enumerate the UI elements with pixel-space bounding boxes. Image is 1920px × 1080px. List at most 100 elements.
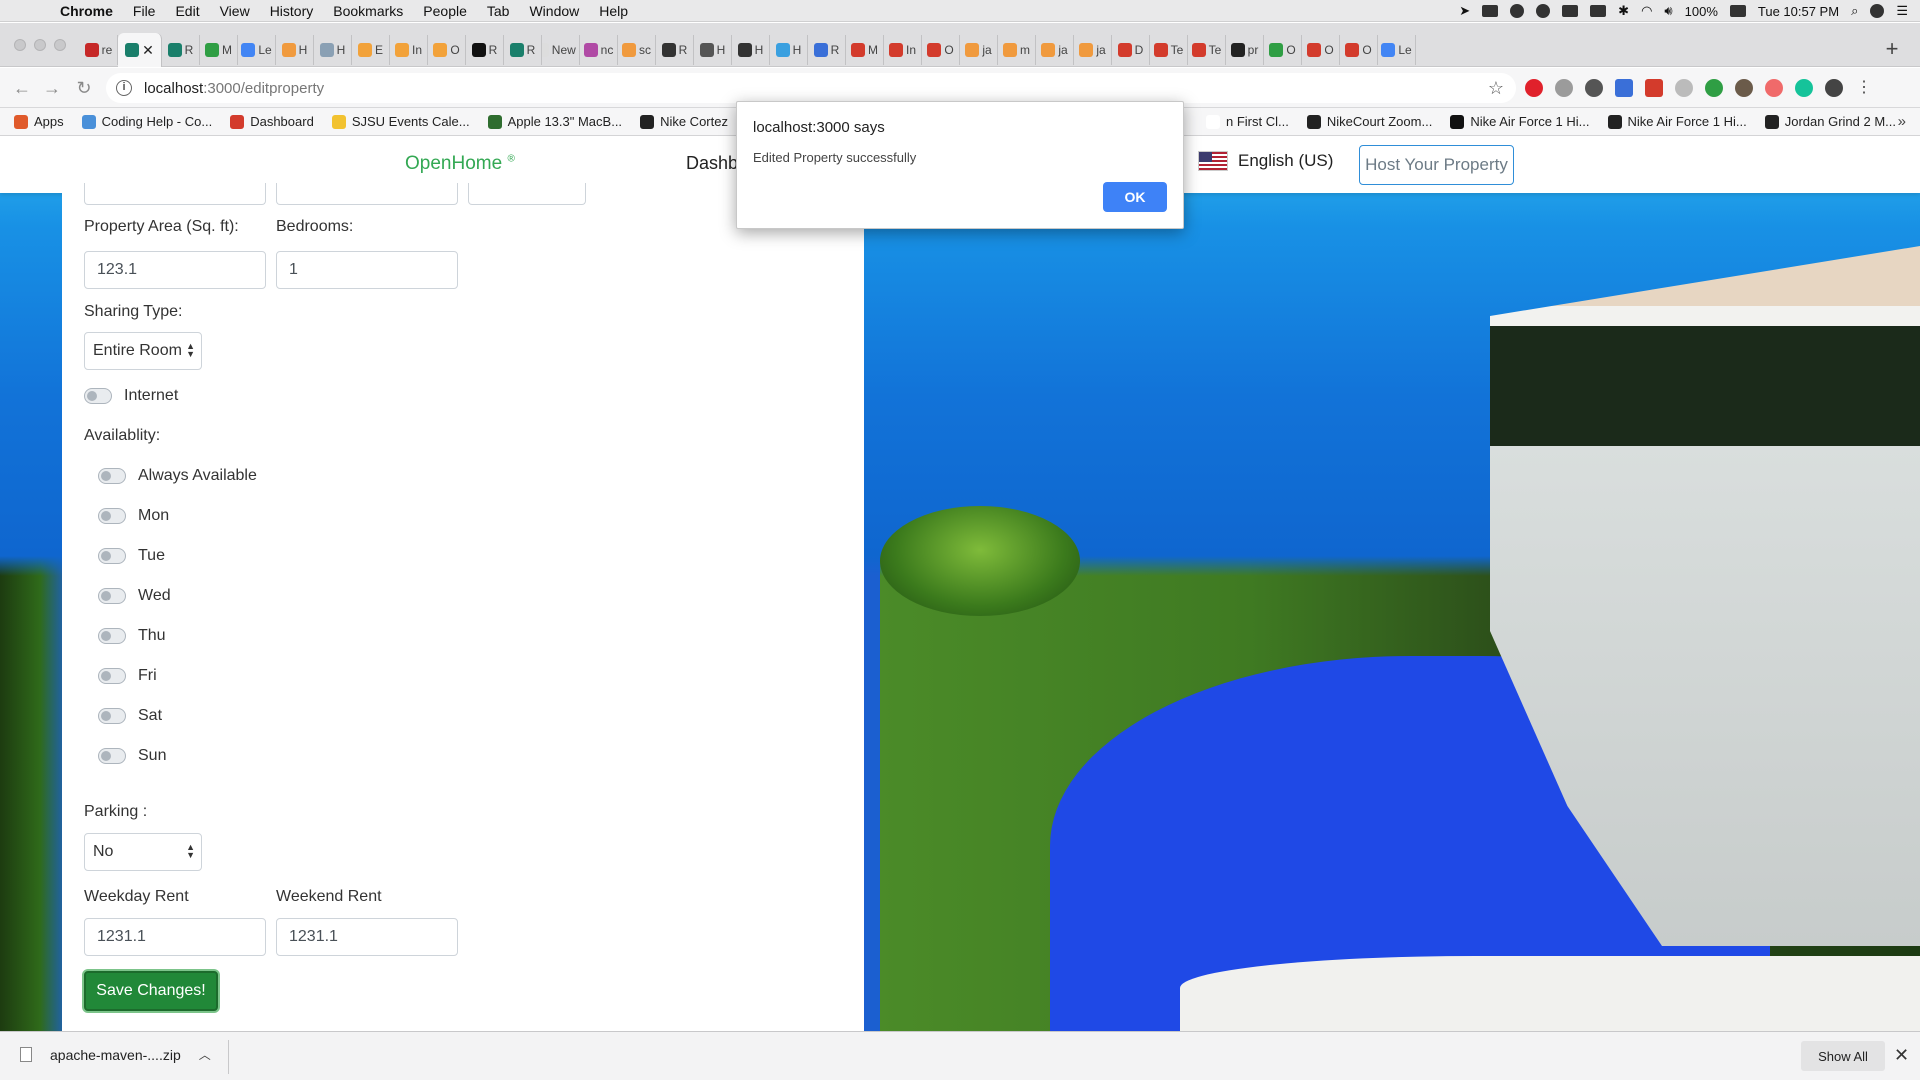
browser-tab[interactable]: H [276, 35, 314, 65]
browser-tab[interactable]: M [846, 35, 884, 65]
property-area-input[interactable]: 123.1 [84, 251, 266, 289]
browser-tab[interactable]: O [922, 35, 960, 65]
internet-switch[interactable] [84, 388, 112, 404]
close-icon[interactable]: ✕ [1894, 1045, 1909, 1066]
back-arrow-icon[interactable]: ← [10, 76, 34, 100]
profile-extension-icon[interactable] [1825, 79, 1843, 97]
browser-tab[interactable]: ja [1074, 35, 1112, 65]
menu-tab[interactable]: Tab [487, 3, 510, 19]
bookmark-item[interactable]: Nike Cortez [640, 114, 728, 129]
availability-switch[interactable] [98, 708, 126, 724]
new-tab-button[interactable]: + [1878, 36, 1906, 64]
browser-tab[interactable]: m [998, 35, 1036, 65]
spotlight-icon[interactable]: ⌕ [1851, 3, 1858, 19]
menu-history[interactable]: History [270, 3, 314, 19]
availability-toggle-row[interactable]: Always Available [98, 467, 257, 485]
bookmark-item[interactable]: Apple 13.3" MacB... [487, 114, 622, 129]
browser-tab[interactable]: R [504, 35, 542, 65]
availability-switch[interactable] [98, 468, 126, 484]
brand-logo[interactable]: OpenHome ® [405, 153, 515, 175]
browser-tab[interactable]: D [1112, 35, 1150, 65]
bookmark-item[interactable]: n First Cl... [1205, 114, 1289, 129]
show-all-button[interactable]: Show All [1801, 1041, 1885, 1071]
menu-app-name[interactable]: Chrome [60, 3, 113, 19]
zoom-window-button[interactable] [54, 39, 66, 51]
cutoff-input[interactable] [84, 183, 266, 205]
weekend-rent-input[interactable]: 1231.1 [276, 918, 458, 956]
bookmark-star-icon[interactable]: ☆ [1488, 78, 1504, 99]
bookmark-item[interactable]: SJSU Events Cale... [331, 114, 470, 129]
cutoff-input[interactable] [276, 183, 458, 205]
chrome-menu-icon[interactable]: ⋮ [1855, 79, 1873, 97]
forward-arrow-icon[interactable]: → [40, 76, 64, 100]
address-bar[interactable]: i localhost:3000/editproperty ☆ [106, 73, 1516, 103]
tab-active[interactable]: ✕ [118, 33, 162, 67]
availability-switch[interactable] [98, 508, 126, 524]
download-item[interactable]: apache-maven-....zip ︿ [20, 1046, 211, 1063]
save-changes-button[interactable]: Save Changes! [84, 971, 218, 1011]
browser-tab[interactable]: New T [542, 35, 580, 65]
browser-tab[interactable]: H [770, 35, 808, 65]
browser-tab[interactable]: Le [1378, 35, 1416, 65]
bluetooth-icon[interactable]: ✱ [1618, 3, 1629, 19]
circle-extension-icon[interactable] [1585, 79, 1603, 97]
browser-tab[interactable]: re [80, 35, 118, 65]
browser-tab[interactable]: Te [1188, 35, 1226, 65]
browser-tab[interactable]: R [656, 35, 694, 65]
ghost-extension-icon[interactable] [1675, 79, 1693, 97]
browser-tab[interactable]: H [732, 35, 770, 65]
chevron-up-icon[interactable]: ︿ [199, 1046, 211, 1063]
location-icon[interactable]: ➤ [1459, 3, 1470, 19]
browser-tab[interactable]: In [390, 35, 428, 65]
browser-tab[interactable]: O [1340, 35, 1378, 65]
arrow-extension-icon[interactable] [1765, 79, 1783, 97]
availability-toggle-row[interactable]: Wed [98, 587, 171, 605]
browser-tab[interactable]: O [428, 35, 466, 65]
owl-extension-icon[interactable] [1735, 79, 1753, 97]
browser-tab[interactable]: E [352, 35, 390, 65]
browser-tab[interactable]: Le [238, 35, 276, 65]
browser-tab[interactable]: R [162, 35, 200, 65]
cloud-icon[interactable] [1482, 5, 1499, 17]
battery-percent[interactable]: 100% [1685, 4, 1718, 19]
browser-tab[interactable]: Te [1150, 35, 1188, 65]
availability-toggle-row[interactable]: Mon [98, 507, 169, 525]
opera-extension-icon[interactable] [1525, 79, 1543, 97]
grammarly-extension-icon[interactable] [1795, 79, 1813, 97]
availability-toggle-row[interactable]: Tue [98, 547, 165, 565]
record-icon[interactable] [1536, 4, 1551, 18]
notification-center-icon[interactable]: ☰ [1896, 3, 1908, 19]
language-selector[interactable]: English (US) [1198, 151, 1333, 171]
bookmark-item[interactable]: Coding Help - Co... [81, 114, 212, 129]
browser-tab[interactable]: R [808, 35, 846, 65]
availability-switch[interactable] [98, 588, 126, 604]
browser-tab[interactable]: pr [1226, 35, 1264, 65]
close-window-button[interactable] [14, 39, 26, 51]
site-info-icon[interactable]: i [116, 80, 132, 96]
siri-icon[interactable] [1870, 4, 1885, 18]
browser-tab[interactable]: O [1302, 35, 1340, 65]
wifi-icon[interactable]: ◠ [1641, 3, 1652, 19]
availability-switch[interactable] [98, 668, 126, 684]
sync-icon[interactable] [1510, 4, 1525, 18]
browser-tab[interactable]: nc [580, 35, 618, 65]
translate-extension-icon[interactable] [1615, 79, 1633, 97]
browser-tab[interactable]: H [314, 35, 352, 65]
menu-help[interactable]: Help [599, 3, 628, 19]
cutoff-input[interactable] [468, 183, 586, 205]
availability-toggle-row[interactable]: Fri [98, 667, 157, 685]
availability-toggle-row[interactable]: Sun [98, 747, 166, 765]
cloud-extension-icon[interactable] [1555, 79, 1573, 97]
evernote-extension-icon[interactable] [1705, 79, 1723, 97]
browser-tab[interactable]: In [884, 35, 922, 65]
availability-switch[interactable] [98, 628, 126, 644]
browser-tab[interactable]: R [466, 35, 504, 65]
close-tab-icon[interactable]: ✕ [142, 42, 154, 59]
availability-toggle-row[interactable]: Sat [98, 707, 162, 725]
battery-icon[interactable] [1729, 5, 1746, 17]
apps-bookmark[interactable]: Apps [14, 114, 64, 129]
availability-switch[interactable] [98, 548, 126, 564]
bookmark-item[interactable]: NikeCourt Zoom... [1306, 114, 1432, 129]
availability-toggle-row[interactable]: Thu [98, 627, 166, 645]
browser-tab[interactable]: M [200, 35, 238, 65]
